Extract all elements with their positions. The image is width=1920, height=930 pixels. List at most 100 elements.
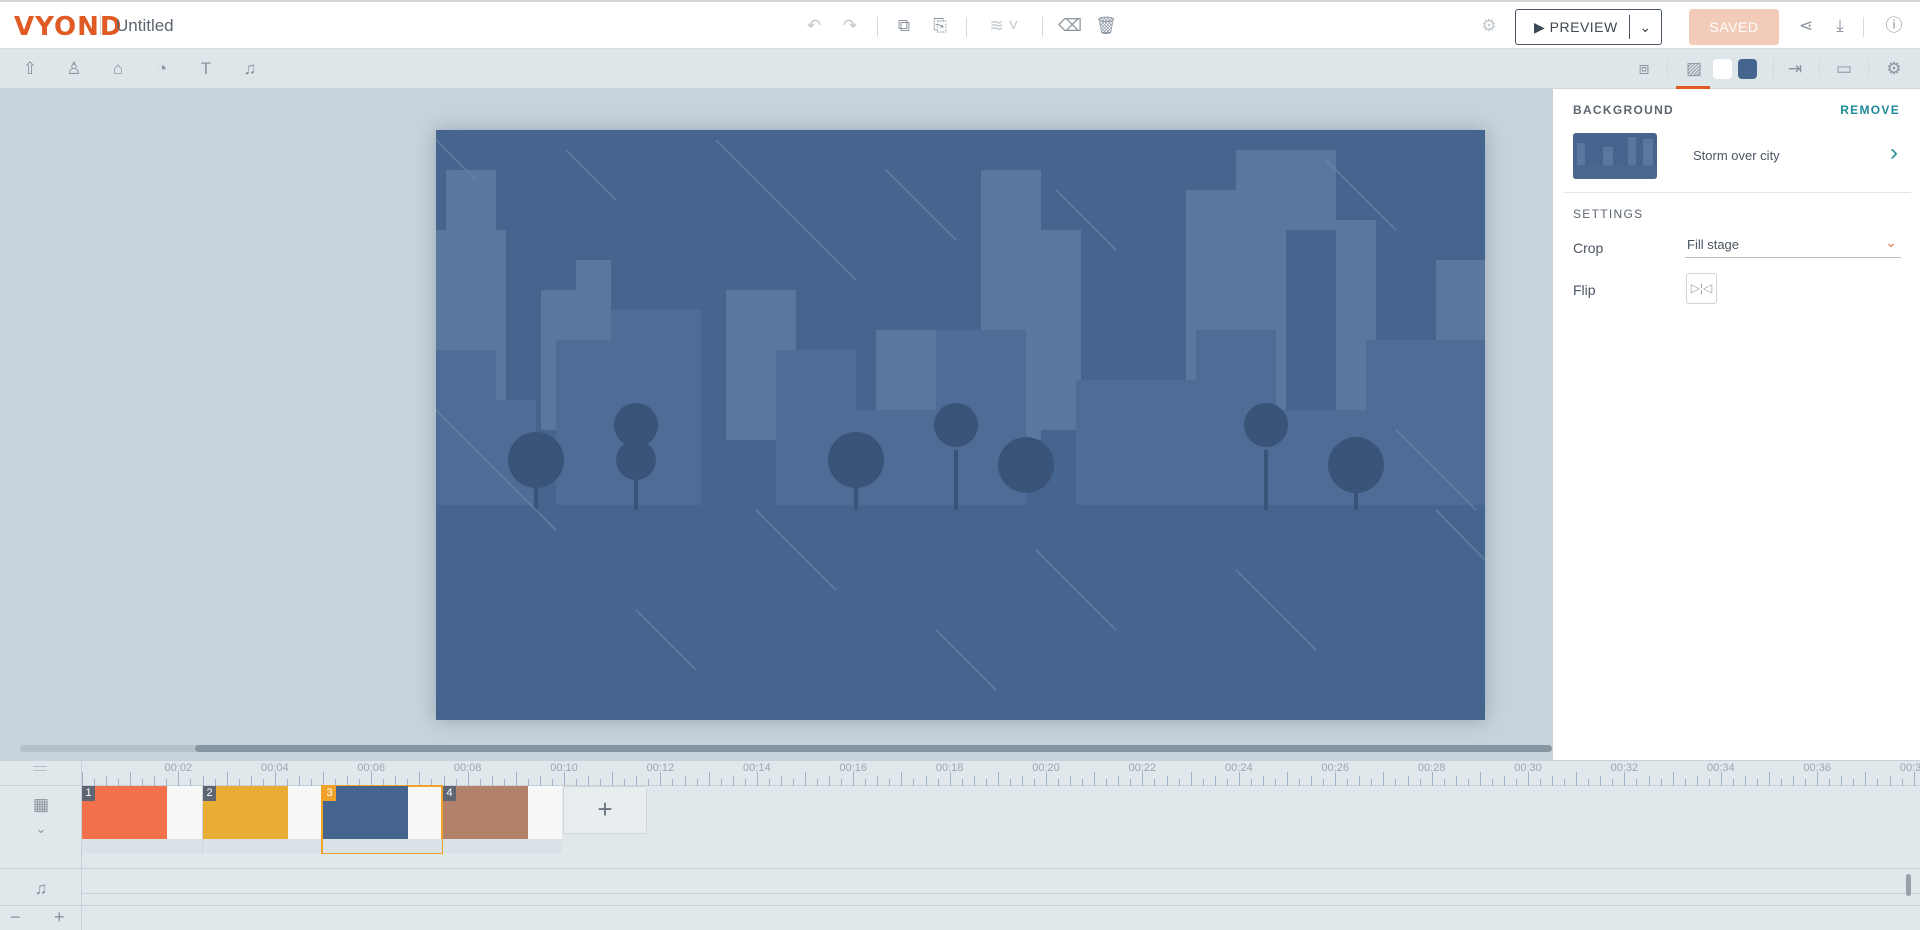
scene-3[interactable]: 3 <box>321 785 443 854</box>
ruler-tick <box>1347 779 1349 786</box>
time-ruler[interactable]: 00:02 00:04 00:06 00:08 00:10 00:12 00:14 00:16… <box>0 761 1920 786</box>
ruler-label: 00:02 <box>164 762 193 774</box>
ruler-tick <box>1178 779 1180 786</box>
saved-button[interactable]: SAVED <box>1689 9 1779 45</box>
layers-icon[interactable]: ≋ ˅ <box>984 14 1024 38</box>
ruler-label: 00:06 <box>357 762 385 774</box>
ruler-tick <box>1805 779 1807 786</box>
ruler-tick <box>431 779 433 786</box>
preview-button[interactable]: ▶ PREVIEW ⌄ <box>1515 9 1662 45</box>
chevron-down-icon[interactable]: ⌄ <box>1629 15 1661 39</box>
blue-swatch[interactable] <box>1738 59 1757 79</box>
ruler-tick <box>383 779 385 786</box>
clean-icon[interactable]: ⌫ <box>1058 14 1082 38</box>
scene-1[interactable]: 1 <box>82 786 202 853</box>
undo-icon[interactable]: ↶ <box>802 14 826 38</box>
download-icon[interactable]: ⤓ <box>1828 14 1852 38</box>
white-swatch[interactable] <box>1713 59 1732 79</box>
zoom-out-button[interactable]: − <box>10 907 21 928</box>
character-icon[interactable]: ♙ <box>62 57 86 81</box>
ruler-tick <box>503 779 505 786</box>
ruler-tick <box>1070 776 1072 786</box>
horizontal-scrollbar[interactable] <box>20 745 1552 752</box>
ruler-tick <box>1853 779 1855 786</box>
ruler-tick <box>419 772 421 786</box>
zoom-in-button[interactable]: + <box>54 907 65 928</box>
flip-label: Flip <box>1573 282 1596 298</box>
ruler-label: 00:22 <box>1128 762 1157 774</box>
flip-button[interactable]: ▷¦◁ <box>1686 273 1717 304</box>
stage-canvas[interactable] <box>436 130 1485 720</box>
ruler-tick <box>310 779 312 786</box>
camera-icon[interactable]: ▭ <box>1832 57 1856 81</box>
props-icon[interactable]: ⌂ <box>106 57 130 81</box>
ruler-tick <box>937 779 939 786</box>
enter-icon[interactable]: ⇥ <box>1783 57 1807 81</box>
ruler-tick <box>720 779 722 786</box>
ruler-tick <box>768 779 770 786</box>
help-icon[interactable]: ⓘ <box>1882 14 1906 38</box>
delete-icon[interactable]: 🗑 <box>1094 14 1118 38</box>
project-title[interactable]: Untitled <box>116 16 174 36</box>
ruler-tick <box>1058 779 1060 786</box>
ruler-tick <box>1696 776 1698 786</box>
background-name: Storm over city <box>1693 148 1780 163</box>
ruler-tick <box>696 779 698 786</box>
paste-icon[interactable]: ⎘ <box>928 14 952 38</box>
chart-icon[interactable]: ◔ <box>150 57 174 81</box>
ruler-tick <box>660 772 662 786</box>
background-heading: BACKGROUND <box>1573 103 1674 117</box>
background-icon[interactable]: ▨ <box>1682 57 1706 81</box>
ruler-tick <box>1564 779 1566 786</box>
ruler-tick <box>130 772 132 786</box>
scrollbar-thumb[interactable] <box>195 745 1552 752</box>
scene-2[interactable]: 2 <box>202 786 322 853</box>
ruler-tick <box>190 779 192 786</box>
swap-icon[interactable]: ⧈ <box>1632 57 1656 81</box>
ruler-tick <box>479 779 481 786</box>
ruler-tick <box>214 779 216 786</box>
ruler-tick <box>889 779 891 786</box>
text-icon[interactable]: T <box>194 57 218 81</box>
ruler-tick <box>805 772 806 786</box>
ruler-tick <box>624 779 626 786</box>
ruler-tick <box>1913 772 1915 786</box>
divider <box>1863 17 1864 37</box>
add-scene-button[interactable]: + <box>563 786 647 834</box>
ruler-tick <box>1130 779 1132 786</box>
ruler-label: 00:04 <box>261 762 289 774</box>
music-icon[interactable]: ♫ <box>238 57 262 81</box>
divider <box>1819 59 1820 79</box>
settings-icon[interactable]: ⚙ <box>1882 57 1906 81</box>
scene-4[interactable]: 4 <box>442 786 562 853</box>
ruler-tick <box>467 772 469 786</box>
chevron-down-icon[interactable]: ⌄ <box>29 817 53 841</box>
settings-icon[interactable]: ⚙ <box>1477 14 1501 38</box>
ruler-label: 00:24 <box>1225 762 1253 774</box>
scene-number: 4 <box>443 786 456 801</box>
ruler-tick <box>780 776 782 786</box>
ruler-tick <box>1793 776 1795 786</box>
share-icon[interactable]: ⋖ <box>1794 14 1818 38</box>
redo-icon[interactable]: ↷ <box>838 14 862 38</box>
ruler-tick <box>1600 776 1602 786</box>
vyond-logo: VYOND <box>14 12 123 42</box>
ruler-tick <box>672 779 674 786</box>
ruler-tick <box>527 779 529 786</box>
ruler-tick <box>106 776 108 786</box>
upload-icon[interactable]: ⇧ <box>18 57 42 81</box>
ruler-label: 00:28 <box>1417 762 1446 774</box>
ruler-tick <box>1552 776 1554 786</box>
crop-select[interactable]: Fill stage ⌄ <box>1685 234 1901 258</box>
ruler-tick <box>997 772 999 786</box>
chevron-right-icon[interactable]: › <box>1890 139 1898 167</box>
remove-button[interactable]: REMOVE <box>1840 103 1900 117</box>
vertical-scrollbar-thumb[interactable] <box>1906 874 1911 896</box>
copy-icon[interactable]: ⧉ <box>892 14 916 38</box>
music-track-icon: ♫ <box>34 879 48 898</box>
background-thumbnail[interactable] <box>1573 133 1657 179</box>
divider <box>1042 17 1043 37</box>
ruler-tick <box>1046 772 1047 786</box>
ruler-label: 00:18 <box>935 762 964 774</box>
ruler-tick <box>1009 779 1011 786</box>
